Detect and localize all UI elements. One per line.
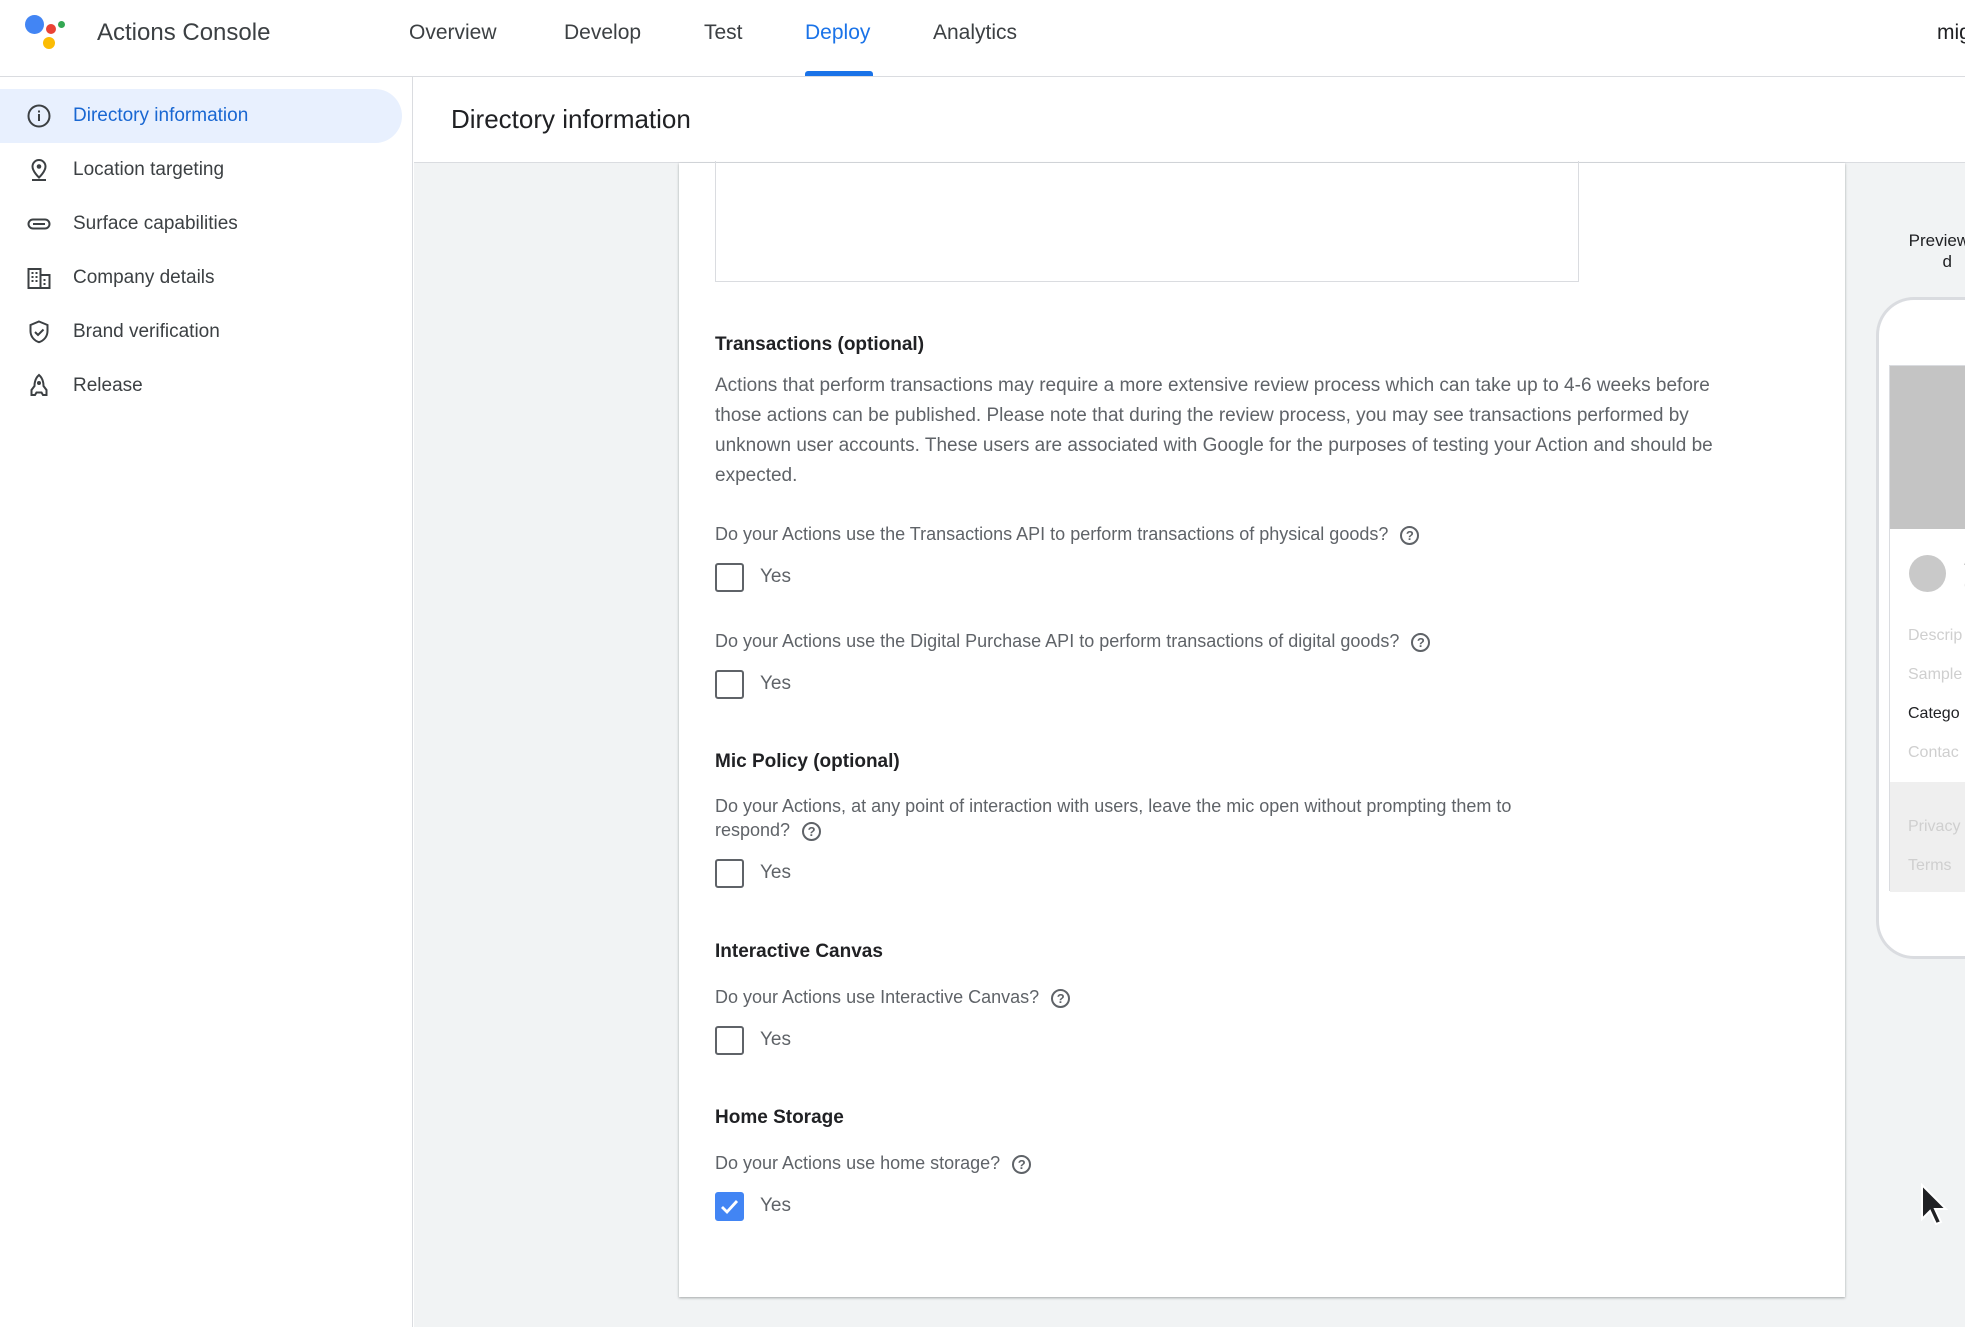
section-title-transactions: Transactions (optional)	[715, 334, 925, 355]
preview-label-line: Preview o	[1908, 231, 1965, 250]
checkbox-label: Yes	[760, 862, 791, 883]
checkbox-label: Yes	[760, 566, 791, 587]
question-mic-policy: Do your Actions, at any point of interac…	[715, 794, 1575, 842]
sidebar-item-label: Brand verification	[73, 321, 220, 342]
help-icon[interactable]: ?	[1411, 632, 1431, 652]
app-title[interactable]: Actions Console	[97, 19, 270, 47]
checkbox-label: Yes	[760, 1029, 791, 1050]
tab-deploy[interactable]: Deploy	[805, 21, 870, 45]
help-icon[interactable]: ?	[1012, 1154, 1032, 1174]
tab-develop[interactable]: Develop	[564, 21, 641, 45]
question-home-storage: Do your Actions use home storage??	[715, 1151, 1032, 1175]
page-title: Directory information	[451, 104, 691, 134]
tab-analytics[interactable]: Analytics	[933, 21, 1017, 45]
text-area-field[interactable]	[715, 161, 1579, 282]
top-app-bar: Actions Console Overview Develop Test De…	[0, 0, 1965, 77]
preview-footer-link: Privacy	[1908, 818, 1961, 835]
sidebar-item-brand-verification[interactable]: Brand verification	[0, 305, 402, 359]
checkbox-label: Yes	[760, 1195, 791, 1216]
building-icon	[26, 265, 52, 291]
section-title-home-storage: Home Storage	[715, 1107, 844, 1128]
sidebar-item-directory-information[interactable]: Directory information	[0, 89, 402, 143]
sidebar: Directory information Location targeting…	[0, 77, 413, 1327]
sidebar-item-label: Directory information	[73, 105, 249, 126]
mouse-cursor-icon	[1920, 1182, 1949, 1230]
shield-check-icon	[26, 319, 52, 345]
sidebar-item-company-details[interactable]: Company details	[0, 251, 402, 305]
sidebar-item-surface-capabilities[interactable]: Surface capabilities	[0, 197, 402, 251]
tab-overview[interactable]: Overview	[409, 21, 497, 45]
link-icon	[26, 211, 52, 237]
preview-footer: Privacy Terms	[1890, 782, 1965, 892]
tab-test[interactable]: Test	[704, 21, 743, 45]
question-text: Do your Actions, at any point of interac…	[715, 796, 1512, 840]
page-header: Directory information	[414, 77, 1965, 163]
sidebar-item-label: Location targeting	[73, 159, 225, 180]
question-digital-goods: Do your Actions use the Digital Purchase…	[715, 629, 1431, 653]
question-physical-goods: Do your Actions use the Transactions API…	[715, 522, 1420, 546]
preview-banner-image	[1890, 366, 1965, 529]
preview-label-line: d	[1942, 252, 1952, 271]
question-text: Do your Actions use the Digital Purchase…	[715, 631, 1400, 651]
preview-row: Catego	[1908, 705, 1960, 722]
checkbox-box[interactable]	[715, 670, 744, 699]
rocket-icon	[26, 373, 52, 399]
phone-preview-screen: A C Descrip Sample Catego Contac Privacy…	[1889, 365, 1965, 892]
preview-avatar	[1909, 555, 1946, 592]
help-icon[interactable]: ?	[1051, 988, 1071, 1008]
question-text: Do your Actions use the Transactions API…	[715, 524, 1389, 544]
preview-row: Contac	[1908, 744, 1959, 761]
location-pin-icon	[26, 157, 52, 183]
sidebar-item-location-targeting[interactable]: Location targeting	[0, 143, 402, 197]
checkbox-box[interactable]	[715, 1192, 744, 1221]
sidebar-item-label: Surface capabilities	[73, 213, 238, 234]
section-title-interactive-canvas: Interactive Canvas	[715, 941, 883, 962]
account-name[interactable]: mig	[1937, 21, 1965, 45]
checkbox-label: Yes	[760, 673, 791, 694]
active-tab-indicator	[805, 71, 873, 76]
checkmark-icon	[721, 1200, 739, 1215]
sidebar-item-label: Company details	[73, 267, 215, 288]
preview-footer-link: Terms	[1908, 857, 1952, 874]
section-title-mic-policy: Mic Policy (optional)	[715, 751, 900, 772]
checkbox-box[interactable]	[715, 1026, 744, 1055]
google-assistant-logo[interactable]	[25, 15, 67, 53]
checkbox-box[interactable]	[715, 563, 744, 592]
question-interactive-canvas: Do your Actions use Interactive Canvas??	[715, 985, 1071, 1009]
help-icon[interactable]: ?	[1400, 525, 1420, 545]
form-card: Transactions (optional) Actions that per…	[679, 161, 1845, 1297]
sidebar-item-release[interactable]: Release	[0, 359, 402, 413]
question-text: Do your Actions use Interactive Canvas?	[715, 987, 1040, 1007]
help-icon[interactable]: ?	[802, 821, 822, 841]
preview-row: Descrip	[1908, 627, 1963, 644]
checkbox-box[interactable]	[715, 859, 744, 888]
transactions-description: Actions that perform transactions may re…	[715, 375, 1713, 486]
question-text: Do your Actions use home storage?	[715, 1153, 1001, 1173]
info-icon	[26, 103, 52, 129]
preview-row: Sample	[1908, 666, 1963, 683]
preview-label: Preview o d	[1886, 230, 1965, 272]
sidebar-item-label: Release	[73, 375, 143, 396]
